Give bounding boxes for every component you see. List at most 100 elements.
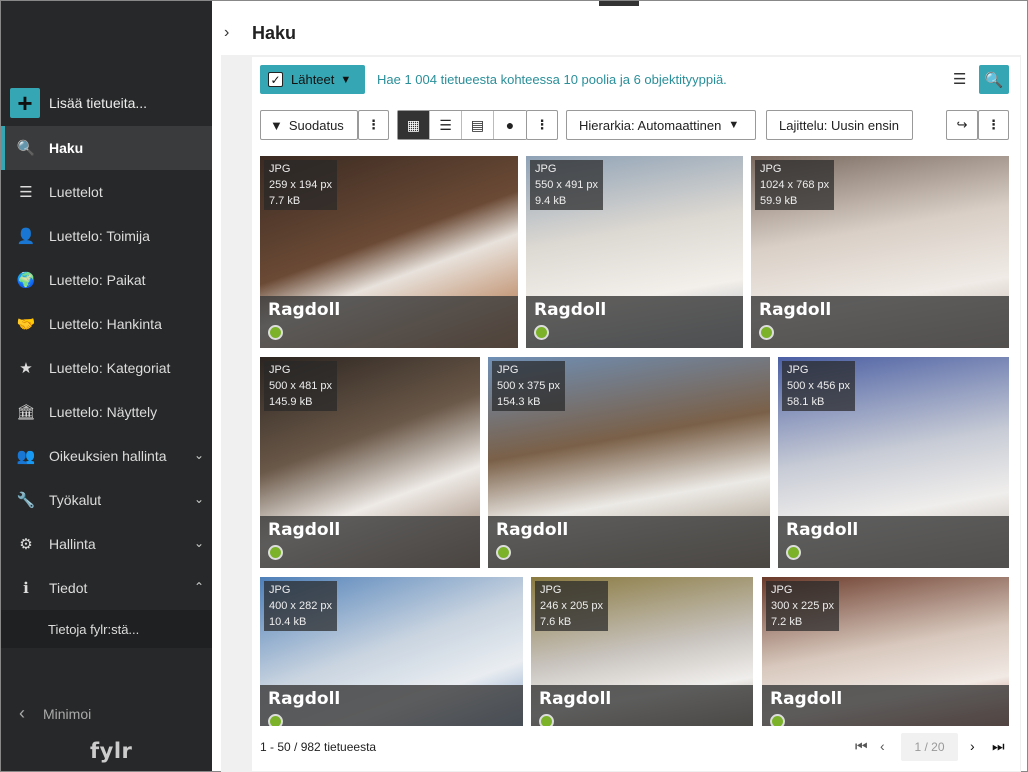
results-gallery: JPG 259 x 194 px 7.7 kB Ragdoll JPG 550 x 491… — [260, 156, 1010, 726]
sliders-icon[interactable]: ☰ — [953, 70, 966, 88]
minimize-label: Minimoi — [43, 705, 92, 722]
grid-view-button[interactable]: ▦ — [398, 111, 430, 139]
top-drag-handle[interactable] — [599, 1, 639, 6]
tile-title: Ragdoll — [759, 300, 832, 320]
sidebar-item-8[interactable]: 🔧 Työkalut ⌄ — [1, 478, 212, 522]
pool-icon — [268, 545, 283, 560]
previous-page-icon[interactable]: ‹ — [880, 738, 885, 754]
sidebar-item-label: Tiedot — [49, 580, 88, 596]
minimize-button[interactable]: ‹ Minimoi — [19, 703, 91, 724]
file-dims: 500 x 481 px — [269, 380, 332, 392]
tile-title: Ragdoll — [268, 300, 341, 320]
pool-icon — [759, 325, 774, 340]
result-tile[interactable]: JPG 300 x 225 px 7.2 kB Ragdoll — [762, 577, 1009, 726]
last-page-icon[interactable]: ⏭ — [992, 738, 1005, 755]
sidebar-item-3[interactable]: 🌍 Luettelo: Paikat — [1, 258, 212, 302]
tile-title: Ragdoll — [496, 520, 569, 540]
sidebar-item-7[interactable]: 👥 Oikeuksien hallinta ⌄ — [1, 434, 212, 478]
file-format: JPG — [535, 163, 557, 175]
chevron-down-icon: ▼ — [728, 119, 740, 131]
sidebar-subitem-about[interactable]: Tietoja fylr:stä... — [1, 610, 212, 648]
file-dims: 550 x 491 px — [535, 179, 598, 191]
expand-panel-chevron-icon[interactable]: › — [224, 24, 229, 42]
hierarchy-label: Hierarkia: Automaattinen — [579, 117, 722, 133]
sidebar-item-6[interactable]: 🏛 Luettelo: Näyttely — [1, 390, 212, 434]
table-view-button[interactable]: ▤ — [462, 111, 494, 139]
wrench-icon: 🔧 — [16, 492, 36, 509]
more-vertical-icon: ⋮ — [987, 117, 1000, 132]
sort-label: Lajittelu: Uusin ensin — [779, 117, 899, 133]
result-tile[interactable]: JPG 1024 x 768 px 59.9 kB Ragdoll — [751, 156, 1009, 348]
sidebar-item-4[interactable]: 🤝 Luettelo: Hankinta — [1, 302, 212, 346]
first-page-icon[interactable]: ⏮ — [855, 738, 868, 755]
file-dims: 246 x 205 px — [540, 600, 603, 612]
sources-dropdown[interactable]: ✓ Lähteet ▼ — [260, 65, 365, 94]
sidebar-nav: 🔍 Haku ☰ Luettelot 👤 Luettelo: Toimija 🌍 Luette… — [1, 126, 212, 648]
result-tile[interactable]: JPG 500 x 481 px 145.9 kB Ragdoll — [260, 357, 480, 568]
list-view-button[interactable]: ☰ — [430, 111, 462, 139]
hierarchy-dropdown[interactable]: Hierarkia: Automaattinen ▼ — [566, 110, 756, 140]
view-more-button[interactable]: ⋮ — [526, 110, 558, 140]
search-button[interactable]: 🔍 — [979, 65, 1009, 94]
file-dims: 259 x 194 px — [269, 179, 332, 191]
result-tile[interactable]: JPG 259 x 194 px 7.7 kB Ragdoll — [260, 156, 518, 348]
sidebar-item-0[interactable]: 🔍 Haku — [1, 126, 212, 170]
file-dims: 1024 x 768 px — [760, 179, 830, 191]
result-tile[interactable]: JPG 550 x 491 px 9.4 kB Ragdoll — [526, 156, 743, 348]
next-page-icon[interactable]: › — [970, 738, 975, 754]
filter-more-button[interactable]: ⋮ — [358, 110, 389, 140]
checkbox-icon[interactable]: ✓ — [268, 72, 283, 87]
file-info-badge: JPG 1024 x 768 px 59.9 kB — [755, 160, 835, 210]
chevron-down-icon: ▼ — [340, 73, 352, 86]
result-tile[interactable]: JPG 400 x 282 px 10.4 kB Ragdoll — [260, 577, 523, 726]
grid-icon: ▦ — [406, 116, 421, 133]
file-size: 9.4 kB — [535, 195, 567, 207]
sidebar-item-1[interactable]: ☰ Luettelot — [1, 170, 212, 214]
file-size: 7.7 kB — [269, 195, 301, 207]
sidebar-item-2[interactable]: 👤 Luettelo: Toimija — [1, 214, 212, 258]
handshake-icon: 🤝 — [16, 316, 36, 333]
file-format: JPG — [497, 364, 519, 376]
file-info-badge: JPG 400 x 282 px 10.4 kB — [264, 581, 337, 631]
filter-button[interactable]: ▼ Suodatus — [260, 110, 358, 140]
share-button[interactable]: ↪ — [946, 110, 978, 140]
globe-icon: 🌍 — [16, 272, 36, 289]
pool-icon — [786, 545, 801, 560]
info-icon: ℹ — [23, 580, 29, 597]
pool-icon — [268, 714, 283, 726]
pool-icon — [534, 325, 549, 340]
sidebar-item-10[interactable]: ℹ Tiedot ⌃ — [1, 566, 212, 610]
gears-icon: ⚙ — [19, 536, 33, 553]
users-icon: 👥 — [16, 448, 36, 465]
search-input[interactable]: Hae 1 004 tietueesta kohteessa 10 poolia… — [377, 72, 727, 87]
file-info-badge: JPG 550 x 491 px 9.4 kB — [530, 160, 603, 210]
plus-icon: + — [10, 88, 40, 118]
chevron-up-icon: ⌃ — [193, 580, 204, 594]
share-icon: ↪ — [956, 117, 968, 132]
result-tile[interactable]: JPG 500 x 456 px 58.1 kB Ragdoll — [778, 357, 1009, 568]
chevron-down-icon: ⌄ — [193, 492, 204, 506]
sidebar-item-9[interactable]: ⚙ Hallinta ⌄ — [1, 522, 212, 566]
sidebar-item-label: Luettelo: Paikat — [49, 272, 146, 288]
add-records-button[interactable]: + Lisää tietueita... — [10, 88, 200, 118]
more-actions-button[interactable]: ⋮ — [978, 110, 1009, 140]
page-input[interactable]: 1 / 20 — [901, 733, 958, 761]
sidebar-item-5[interactable]: ★ Luettelo: Kategoriat — [1, 346, 212, 390]
file-format: JPG — [269, 584, 291, 596]
file-format: JPG — [787, 364, 809, 376]
file-format: JPG — [269, 364, 291, 376]
sort-dropdown[interactable]: Lajittelu: Uusin ensin — [766, 110, 913, 140]
sidebar-item-label: Luettelot — [49, 184, 103, 200]
result-tile[interactable]: JPG 500 x 375 px 154.3 kB Ragdoll — [488, 357, 770, 568]
map-view-button[interactable]: ● — [494, 111, 526, 139]
chevron-down-icon: ⌄ — [193, 448, 204, 462]
funnel-icon: ▼ — [270, 117, 283, 133]
globe-icon: ● — [505, 117, 515, 133]
sidebar-item-label: Luettelo: Kategoriat — [49, 360, 171, 376]
sidebar-item-label: Luettelo: Hankinta — [49, 316, 162, 332]
file-info-badge: JPG 259 x 194 px 7.7 kB — [264, 160, 337, 210]
sidebar-item-label: Luettelo: Toimija — [49, 228, 150, 244]
result-tile[interactable]: JPG 246 x 205 px 7.6 kB Ragdoll — [531, 577, 753, 726]
table-icon: ▤ — [470, 116, 485, 133]
sidebar-item-label: Luettelo: Näyttely — [49, 404, 158, 420]
